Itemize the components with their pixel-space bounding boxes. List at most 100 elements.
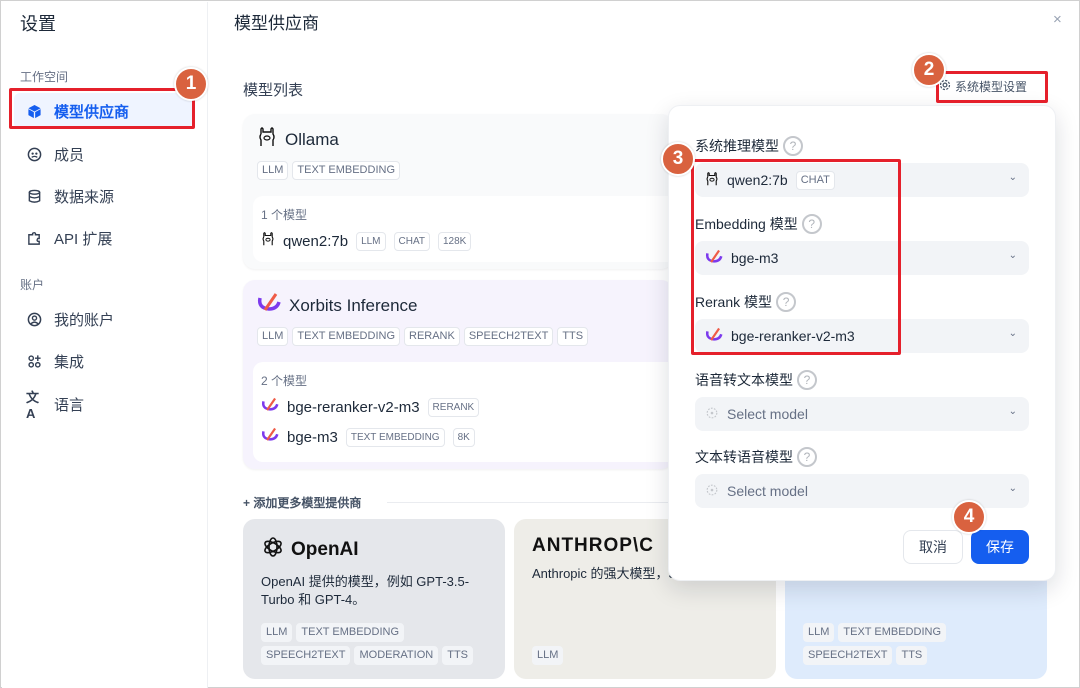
sidebar-item-label: 我的账户 <box>54 311 115 329</box>
integration-icon <box>26 353 42 369</box>
models-count[interactable]: 2 个模型 <box>261 372 665 389</box>
sidebar-item-language[interactable]: 文A 语言 <box>14 386 192 422</box>
chevron-down-icon: ⌄ <box>1008 172 1017 183</box>
model-row: qwen2:7b LLM CHAT 128K <box>261 231 665 251</box>
chevron-down-icon: ⌄ <box>1008 406 1017 417</box>
tag: TEXT EMBEDDING <box>292 327 400 346</box>
xorbits-logo-icon <box>257 292 281 319</box>
tag: SPEECH2TEXT <box>463 327 554 346</box>
annotation-badge-4: 4 <box>952 500 986 534</box>
tag: LLM <box>803 623 835 642</box>
field-label-rerank: Rerank 模型 ? <box>695 292 797 312</box>
divider <box>387 502 677 503</box>
xorbits-logo-icon <box>261 427 279 447</box>
settings-window: 设置 工作空间 模型供应商 成员 数据来源 API 扩展 账户 我的账户 集成 … <box>0 0 1080 688</box>
model-list-title: 模型列表 <box>243 82 304 99</box>
translate-icon: 文A <box>26 390 40 421</box>
sidebar-item-my-account[interactable]: 我的账户 <box>14 301 192 337</box>
help-icon[interactable]: ? <box>776 292 797 312</box>
tag: TEXT EMBEDDING <box>345 427 445 447</box>
tag: LLM <box>261 623 293 642</box>
system-model-settings-button[interactable]: 系统模型设置 <box>939 78 1027 95</box>
selected-model: qwen2:7b <box>727 172 788 188</box>
tag: 128K <box>438 231 472 251</box>
ollama-logo-icon <box>257 126 277 153</box>
sidebar-item-model-provider[interactable]: 模型供应商 <box>14 93 192 129</box>
provider-card-ollama[interactable]: Ollama LLM TEXT EMBEDDING 1 个模型 qwen2:7b… <box>243 114 673 269</box>
tag: LLM <box>356 231 386 251</box>
select-placeholder: Select model <box>727 483 808 499</box>
xorbits-logo-icon <box>261 397 279 417</box>
selected-model: bge-reranker-v2-m3 <box>731 328 855 344</box>
placeholder-model-icon <box>705 483 719 500</box>
available-provider-openai[interactable]: OpenAI OpenAI 提供的模型，例如 GPT-3.5-Turbo 和 G… <box>243 519 505 679</box>
sidebar-item-label: 数据来源 <box>54 188 115 206</box>
members-icon <box>26 146 42 162</box>
label-text: Rerank 模型 <box>695 294 773 310</box>
help-icon[interactable]: ? <box>797 447 817 467</box>
sidebar-item-api-extension[interactable]: API 扩展 <box>14 220 192 256</box>
save-button[interactable]: 保存 <box>971 530 1029 564</box>
tag: CHAT <box>393 231 430 251</box>
provider-name: Xorbits Inference <box>289 295 418 315</box>
sidebar-item-members[interactable]: 成员 <box>14 136 192 172</box>
account-group-label: 账户 <box>20 278 45 292</box>
puzzle-icon <box>26 230 42 246</box>
sidebar-item-label: 语言 <box>54 396 85 414</box>
tag: 8K <box>452 427 475 447</box>
sidebar: 设置 工作空间 模型供应商 成员 数据来源 API 扩展 账户 我的账户 集成 … <box>2 2 208 688</box>
brand-name: ANTHROP\C <box>532 535 654 556</box>
provider-tags: LLM TEXT EMBEDDING RERANK SPEECH2TEXT TT… <box>257 327 659 346</box>
user-circle-icon <box>26 311 42 327</box>
placeholder-model-icon <box>705 406 719 423</box>
help-icon[interactable]: ? <box>797 370 817 390</box>
sidebar-item-data-source[interactable]: 数据来源 <box>14 178 192 214</box>
help-icon[interactable]: ? <box>783 136 803 156</box>
system-reasoning-model-select[interactable]: qwen2:7b CHAT ⌄ <box>695 163 1029 197</box>
annotation-badge-2: 2 <box>912 53 946 87</box>
embedding-model-select[interactable]: bge-m3 ⌄ <box>695 241 1029 275</box>
tag: TEXT EMBEDDING <box>296 623 404 642</box>
add-more-providers-label: + 添加更多模型提供商 <box>243 496 362 510</box>
chevron-down-icon: ⌄ <box>1008 250 1017 261</box>
system-model-settings-label: 系统模型设置 <box>955 80 1028 94</box>
rerank-model-select[interactable]: bge-reranker-v2-m3 ⌄ <box>695 319 1029 353</box>
tag: TTS <box>896 646 928 665</box>
tag: RERANK <box>427 397 480 417</box>
model-name: bge-m3 <box>287 428 338 446</box>
provider-tags: LLM TEXT EMBEDDING <box>257 161 659 180</box>
selected-model: bge-m3 <box>731 250 779 266</box>
tag: LLM <box>257 161 289 180</box>
workspace-group-label: 工作空间 <box>20 70 69 84</box>
help-icon[interactable]: ? <box>801 214 822 234</box>
field-label-embedding: Embedding 模型 ? <box>695 214 822 234</box>
tag: MODERATION <box>354 646 439 665</box>
speech-to-text-model-select[interactable]: Select model ⌄ <box>695 397 1029 431</box>
label-text: 文本转语音模型 <box>695 449 793 465</box>
annotation-badge-1: 1 <box>174 67 208 101</box>
database-icon <box>26 188 42 204</box>
model-row: bge-reranker-v2-m3 RERANK <box>261 397 665 417</box>
label-text: 语音转文本模型 <box>695 372 793 388</box>
close-icon[interactable]: × <box>1053 11 1062 28</box>
system-model-settings-popover: 系统推理模型 ? qwen2:7b CHAT ⌄ Embedding 模型 ? … <box>668 105 1056 581</box>
models-count[interactable]: 1 个模型 <box>261 206 665 223</box>
cube-icon <box>26 103 42 119</box>
page-title: 模型供应商 <box>234 14 319 33</box>
models-list: 1 个模型 qwen2:7b LLM CHAT 128K <box>253 196 673 262</box>
field-label-text-to-speech: 文本转语音模型 ? <box>695 447 817 467</box>
tag: RERANK <box>404 327 460 346</box>
tag: LLM <box>532 646 564 665</box>
provider-card-xorbits[interactable]: Xorbits Inference LLM TEXT EMBEDDING RER… <box>243 280 673 469</box>
cancel-button[interactable]: 取消 <box>903 530 963 564</box>
sidebar-item-integrations[interactable]: 集成 <box>14 343 192 379</box>
ollama-logo-icon <box>261 231 275 251</box>
sidebar-item-label: 模型供应商 <box>54 103 130 121</box>
tag: CHAT <box>795 170 835 190</box>
tag: TEXT EMBEDDING <box>292 161 400 180</box>
model-name: qwen2:7b <box>283 232 349 250</box>
sidebar-item-label: 成员 <box>54 146 85 164</box>
sidebar-item-label: API 扩展 <box>54 230 113 248</box>
field-label-speech-to-text: 语音转文本模型 ? <box>695 370 817 390</box>
chevron-down-icon: ⌄ <box>1008 483 1017 494</box>
